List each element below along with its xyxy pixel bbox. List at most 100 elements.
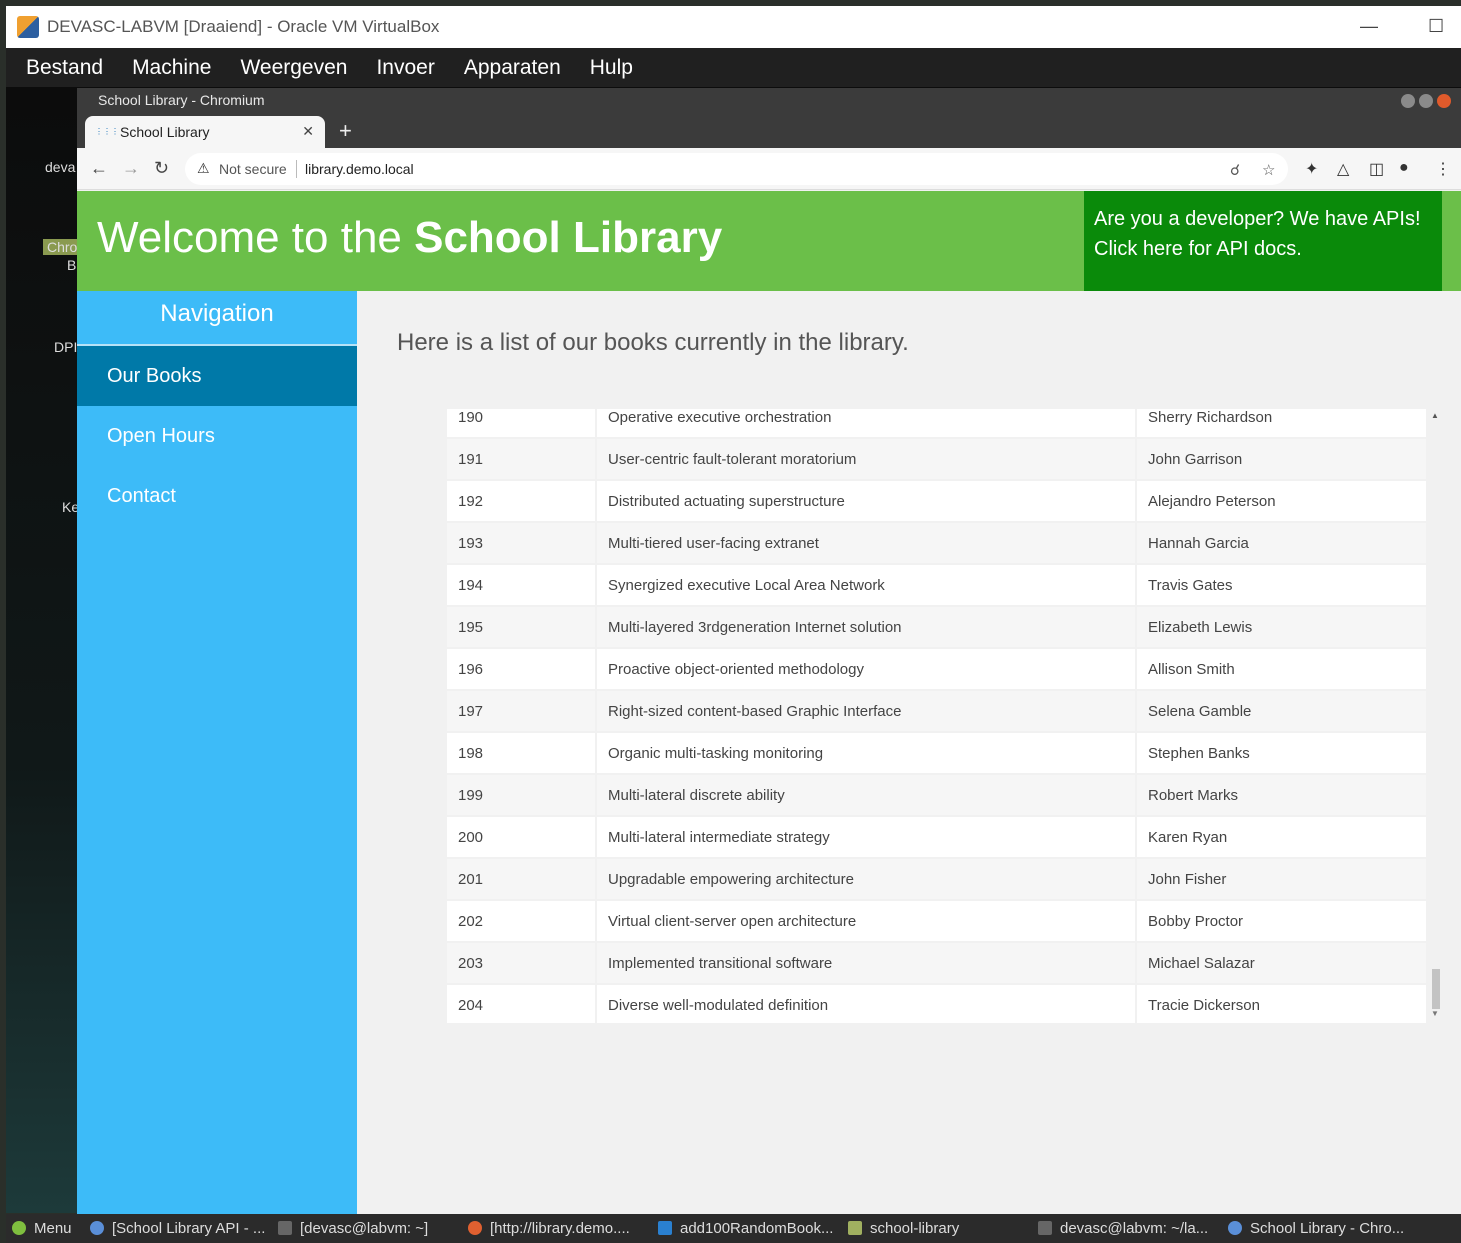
desktop-icon-label[interactable]: B bbox=[67, 257, 76, 273]
book-title-cell: Synergized executive Local Area Network bbox=[597, 565, 1137, 605]
book-author-cell: John Fisher bbox=[1137, 859, 1426, 899]
api-line-1[interactable]: Are you a developer? We have APIs! bbox=[1094, 204, 1442, 234]
book-author-cell: Sherry Richardson bbox=[1137, 409, 1426, 437]
mint-menu-icon bbox=[12, 1221, 26, 1235]
taskbar-item-label: school-library bbox=[870, 1220, 960, 1237]
warning-icon[interactable]: ⚠ bbox=[197, 160, 210, 177]
site-title: Welcome to the School Library bbox=[97, 213, 722, 263]
taskbar-menu-label: Menu bbox=[34, 1220, 72, 1237]
menu-invoer[interactable]: Invoer bbox=[376, 56, 434, 80]
bookmark-star-icon[interactable]: ☆ bbox=[1262, 161, 1275, 179]
table-row: 193 Multi-tiered user-facing extranet Hann… bbox=[447, 523, 1426, 563]
extensions-icon[interactable]: ✦ bbox=[1305, 159, 1318, 179]
security-label[interactable]: Not secure bbox=[219, 161, 287, 177]
tab-school-library[interactable]: ⋮⋮⋮ School Library ✕ bbox=[85, 116, 325, 148]
site-title-bold: School Library bbox=[414, 213, 723, 262]
side-panel-icon[interactable]: ◫ bbox=[1369, 159, 1384, 179]
book-author-cell: John Garrison bbox=[1137, 439, 1426, 479]
book-title-cell: Multi-lateral discrete ability bbox=[597, 775, 1137, 815]
api-line-2[interactable]: Click here for API docs. bbox=[1094, 234, 1442, 264]
book-title-cell: Right-sized content-based Graphic Interf… bbox=[597, 691, 1137, 731]
menu-weergeven[interactable]: Weergeven bbox=[240, 56, 347, 80]
book-title-cell: Operative executive orchestration bbox=[597, 409, 1137, 437]
taskbar-item-label: devasc@labvm: ~/la... bbox=[1060, 1220, 1209, 1237]
book-author-cell: Bobby Proctor bbox=[1137, 901, 1426, 941]
book-id-cell: 203 bbox=[447, 943, 597, 983]
books-list-scroll[interactable]: 190 Operative executive orchestration Sher… bbox=[447, 409, 1441, 1023]
table-row: 197 Right-sized content-based Graphic Int… bbox=[447, 691, 1426, 731]
minimize-icon[interactable] bbox=[1401, 94, 1415, 108]
taskbar-item[interactable]: add100RandomBook... bbox=[658, 1220, 833, 1237]
book-author-cell: Michael Salazar bbox=[1137, 943, 1426, 983]
taskbar-item-label: [http://library.demo.... bbox=[490, 1220, 630, 1237]
book-id-cell: 204 bbox=[447, 985, 597, 1023]
site-title-prefix: Welcome to the bbox=[97, 213, 415, 262]
taskbar-item-active[interactable]: School Library - Chro... bbox=[1228, 1220, 1404, 1237]
postman-icon bbox=[468, 1221, 482, 1235]
scroll-up-icon[interactable]: ▲ bbox=[1431, 411, 1439, 420]
table-row: 194 Synergized executive Local Area Netwo… bbox=[447, 565, 1426, 605]
tab-strip: ⋮⋮⋮ School Library ✕ + bbox=[77, 114, 1461, 148]
nav-item-contact[interactable]: Contact bbox=[77, 466, 357, 526]
desktop-icon-label[interactable]: deva bbox=[45, 159, 75, 175]
book-id-cell: 202 bbox=[447, 901, 597, 941]
taskbar-item-label: School Library - Chro... bbox=[1250, 1220, 1405, 1237]
chromium-icon bbox=[1228, 1221, 1242, 1235]
book-author-cell: Travis Gates bbox=[1137, 565, 1426, 605]
minimize-icon[interactable]: — bbox=[1360, 16, 1378, 37]
table-row: 195 Multi-layered 3rdgeneration Internet … bbox=[447, 607, 1426, 647]
maximize-icon[interactable] bbox=[1419, 94, 1433, 108]
book-title-cell: Multi-lateral intermediate strategy bbox=[597, 817, 1137, 857]
labs-flask-icon[interactable]: △ bbox=[1337, 159, 1349, 179]
book-author-cell: Allison Smith bbox=[1137, 649, 1426, 689]
taskbar-item[interactable]: [School Library API - ... bbox=[90, 1220, 265, 1237]
taskbar-item[interactable]: school-library bbox=[848, 1220, 959, 1237]
desktop-icon-label[interactable]: Chro bbox=[43, 239, 82, 255]
url-text[interactable]: library.demo.local bbox=[305, 161, 414, 177]
close-icon[interactable] bbox=[1437, 94, 1451, 108]
reload-icon[interactable]: ↻ bbox=[154, 158, 169, 179]
table-row: 200 Multi-lateral intermediate strategy Ka… bbox=[447, 817, 1426, 857]
taskbar-item[interactable]: devasc@labvm: ~/la... bbox=[1038, 1220, 1208, 1237]
share-icon[interactable]: ☌ bbox=[1230, 161, 1240, 179]
menu-machine[interactable]: Machine bbox=[132, 56, 211, 80]
book-title-cell: Virtual client-server open architecture bbox=[597, 901, 1137, 941]
book-title-cell: Diverse well-modulated definition bbox=[597, 985, 1137, 1023]
scrollbar-thumb[interactable] bbox=[1432, 969, 1440, 1009]
table-row: 198 Organic multi-tasking monitoring Steph… bbox=[447, 733, 1426, 773]
new-tab-icon[interactable]: + bbox=[339, 118, 352, 144]
menu-apparaten[interactable]: Apparaten bbox=[464, 56, 561, 80]
table-row: 199 Multi-lateral discrete ability Robert … bbox=[447, 775, 1426, 815]
profile-avatar-icon[interactable]: ● bbox=[1399, 159, 1409, 177]
address-bar[interactable]: ⚠ Not secure library.demo.local ☌ ☆ bbox=[185, 153, 1288, 185]
book-title-cell: User-centric fault-tolerant moratorium bbox=[597, 439, 1137, 479]
book-id-cell: 194 bbox=[447, 565, 597, 605]
menu-bestand[interactable]: Bestand bbox=[26, 56, 103, 80]
more-menu-icon[interactable]: ⋮ bbox=[1435, 159, 1451, 179]
nav-item-our-books[interactable]: Our Books bbox=[77, 346, 357, 406]
taskbar-item-label: [School Library API - ... bbox=[112, 1220, 266, 1237]
book-author-cell: Elizabeth Lewis bbox=[1137, 607, 1426, 647]
table-row: 196 Proactive object-oriented methodology… bbox=[447, 649, 1426, 689]
maximize-icon[interactable]: ☐ bbox=[1428, 16, 1444, 37]
chromium-titlebar: School Library - Chromium bbox=[77, 88, 1461, 114]
menu-hulp[interactable]: Hulp bbox=[590, 56, 633, 80]
forward-icon[interactable]: → bbox=[122, 158, 140, 179]
book-id-cell: 197 bbox=[447, 691, 597, 731]
book-title-cell: Multi-tiered user-facing extranet bbox=[597, 523, 1137, 563]
vertical-scrollbar[interactable]: ▲ ▼ bbox=[1429, 409, 1441, 1023]
table-row: 191 User-centric fault-tolerant moratoriu… bbox=[447, 439, 1426, 479]
close-tab-icon[interactable]: ✕ bbox=[302, 123, 314, 140]
book-id-cell: 191 bbox=[447, 439, 597, 479]
book-id-cell: 196 bbox=[447, 649, 597, 689]
api-docs-link[interactable]: Are you a developer? We have APIs! Click… bbox=[1084, 191, 1442, 291]
taskbar-item[interactable]: [devasc@labvm: ~] bbox=[278, 1220, 428, 1237]
taskbar-menu[interactable]: Menu bbox=[12, 1220, 72, 1237]
desktop-icon-label[interactable]: DPI bbox=[54, 339, 77, 355]
book-author-cell: Selena Gamble bbox=[1137, 691, 1426, 731]
taskbar-item[interactable]: [http://library.demo.... bbox=[468, 1220, 630, 1237]
scroll-down-icon[interactable]: ▼ bbox=[1431, 1009, 1439, 1018]
back-icon[interactable]: ← bbox=[90, 158, 108, 179]
nav-item-open-hours[interactable]: Open Hours bbox=[77, 406, 357, 466]
folder-icon bbox=[848, 1221, 862, 1235]
